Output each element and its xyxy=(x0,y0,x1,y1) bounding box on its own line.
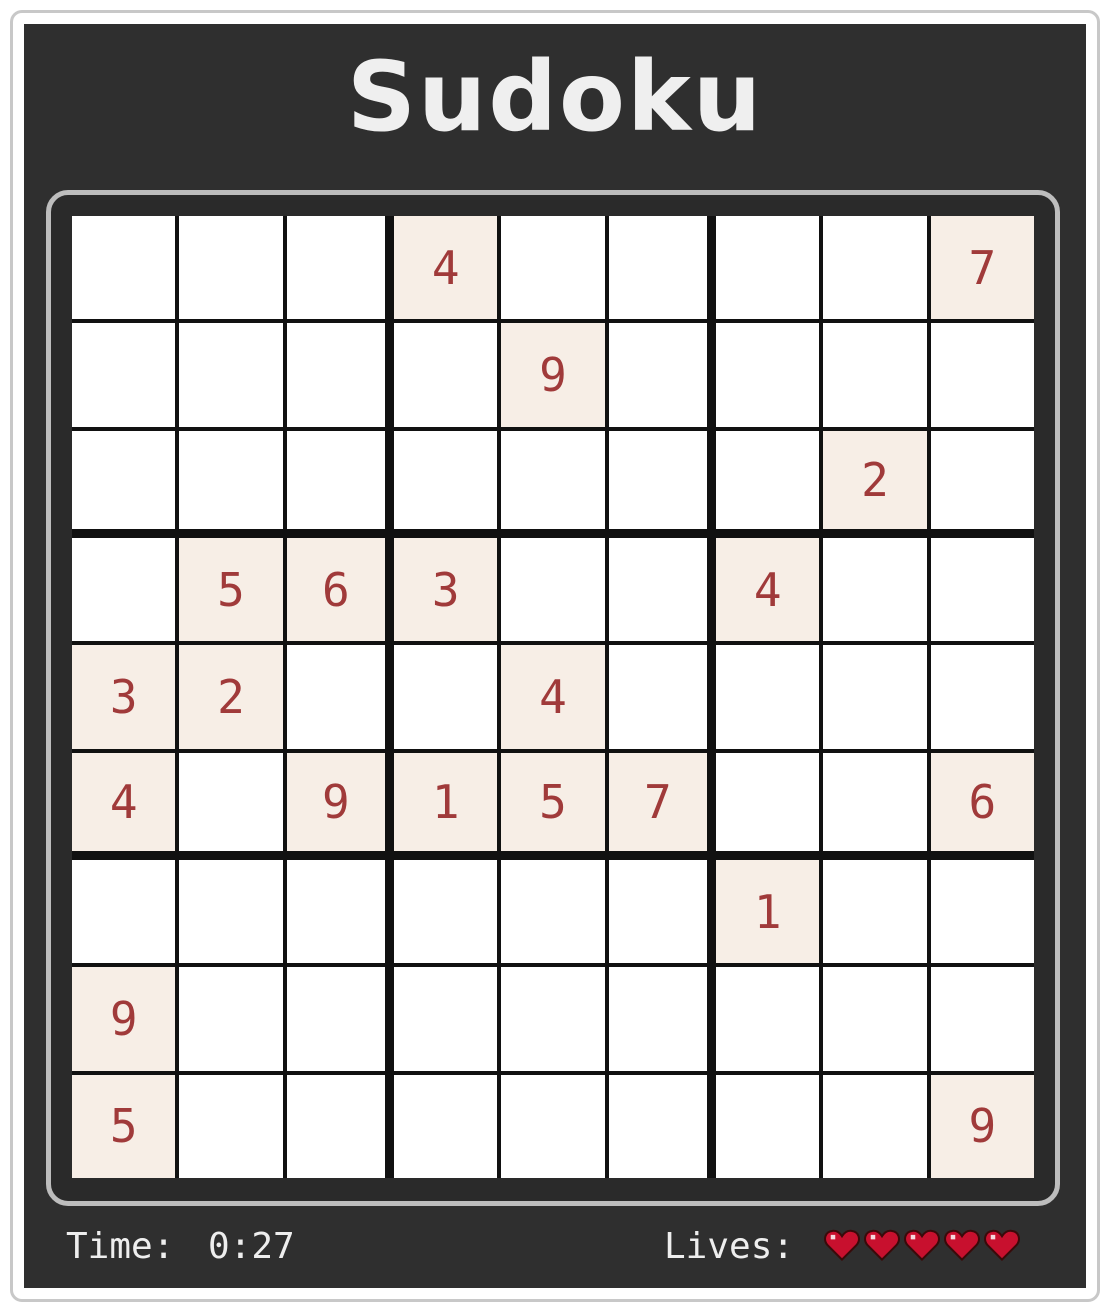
sudoku-cell-r8c3[interactable] xyxy=(286,967,385,1071)
sudoku-cell-r4c8[interactable] xyxy=(823,538,927,642)
sudoku-cell-r2c9[interactable] xyxy=(930,323,1034,427)
sudoku-cell-r3c4[interactable] xyxy=(394,430,498,529)
sudoku-cell-r3c5[interactable] xyxy=(501,430,605,529)
sudoku-cell-r9c3[interactable] xyxy=(286,1074,385,1178)
game-panel: Sudoku 479256343244915761959 Time: 0:27 … xyxy=(24,24,1086,1288)
sudoku-cell-r1c3[interactable] xyxy=(286,216,385,320)
sudoku-cell-r9c6[interactable] xyxy=(608,1074,707,1178)
sudoku-cell-r5c5[interactable]: 4 xyxy=(501,645,605,749)
sudoku-cell-r3c1[interactable] xyxy=(72,430,176,529)
sudoku-cell-r6c5[interactable]: 5 xyxy=(501,752,605,851)
sudoku-cell-r2c8[interactable] xyxy=(823,323,927,427)
lives-hearts xyxy=(824,1228,1020,1262)
sudoku-cell-r1c6[interactable] xyxy=(608,216,707,320)
sudoku-cell-r1c1[interactable] xyxy=(72,216,176,320)
sudoku-cell-r4c9[interactable] xyxy=(930,538,1034,642)
sudoku-cell-r4c2[interactable]: 5 xyxy=(179,538,283,642)
sudoku-cell-r4c3[interactable]: 6 xyxy=(286,538,385,642)
sudoku-cell-r7c5[interactable] xyxy=(501,860,605,964)
sudoku-cell-r9c4[interactable] xyxy=(394,1074,498,1178)
sudoku-cell-r3c2[interactable] xyxy=(179,430,283,529)
sudoku-cell-r3c7[interactable] xyxy=(716,430,820,529)
sudoku-cell-r8c9[interactable] xyxy=(930,967,1034,1071)
sudoku-cell-r2c1[interactable] xyxy=(72,323,176,427)
sudoku-cell-r4c6[interactable] xyxy=(608,538,707,642)
sudoku-cell-r5c4[interactable] xyxy=(394,645,498,749)
heart-icon xyxy=(944,1229,980,1262)
sudoku-cell-r7c6[interactable] xyxy=(608,860,707,964)
sudoku-cell-r6c2[interactable] xyxy=(179,752,283,851)
sudoku-cell-r3c8[interactable]: 2 xyxy=(823,430,927,529)
sudoku-cell-r5c2[interactable]: 2 xyxy=(179,645,283,749)
sudoku-cell-r8c4[interactable] xyxy=(394,967,498,1071)
sudoku-cell-r5c6[interactable] xyxy=(608,645,707,749)
sudoku-cell-r9c1[interactable]: 5 xyxy=(72,1074,176,1178)
sudoku-cell-r8c7[interactable] xyxy=(716,967,820,1071)
time-label: Time: xyxy=(66,1226,175,1267)
sudoku-cell-r1c9[interactable]: 7 xyxy=(930,216,1034,320)
sudoku-cell-r1c5[interactable] xyxy=(501,216,605,320)
heart-icon xyxy=(904,1229,940,1262)
sudoku-cell-r2c4[interactable] xyxy=(394,323,498,427)
heart-icon xyxy=(824,1229,860,1262)
sudoku-cell-r9c2[interactable] xyxy=(179,1074,283,1178)
sudoku-cell-r7c4[interactable] xyxy=(394,860,498,964)
sudoku-cell-r5c7[interactable] xyxy=(716,645,820,749)
sudoku-cell-r6c8[interactable] xyxy=(823,752,927,851)
sudoku-cell-r2c6[interactable] xyxy=(608,323,707,427)
sudoku-cell-r1c8[interactable] xyxy=(823,216,927,320)
sudoku-cell-r8c6[interactable] xyxy=(608,967,707,1071)
heart-icon xyxy=(984,1229,1020,1262)
sudoku-cell-r1c2[interactable] xyxy=(179,216,283,320)
sudoku-cell-r3c9[interactable] xyxy=(930,430,1034,529)
sudoku-cell-r2c5[interactable]: 9 xyxy=(501,323,605,427)
sudoku-cell-r1c7[interactable] xyxy=(716,216,820,320)
sudoku-cell-r7c8[interactable] xyxy=(823,860,927,964)
sudoku-cell-r4c1[interactable] xyxy=(72,538,176,642)
sudoku-cell-r9c9[interactable]: 9 xyxy=(930,1074,1034,1178)
sudoku-cell-r5c3[interactable] xyxy=(286,645,385,749)
sudoku-cell-r9c8[interactable] xyxy=(823,1074,927,1178)
lives-label: Lives: xyxy=(664,1226,795,1267)
timer-value: 0:27 xyxy=(208,1226,295,1267)
sudoku-cell-r7c3[interactable] xyxy=(286,860,385,964)
sudoku-cell-r7c1[interactable] xyxy=(72,860,176,964)
sudoku-cell-r3c3[interactable] xyxy=(286,430,385,529)
sudoku-cell-r4c4[interactable]: 3 xyxy=(394,538,498,642)
sudoku-cell-r1c4[interactable]: 4 xyxy=(394,216,498,320)
sudoku-cell-r6c1[interactable]: 4 xyxy=(72,752,176,851)
sudoku-cell-r4c5[interactable] xyxy=(501,538,605,642)
sudoku-cell-r4c7[interactable]: 4 xyxy=(716,538,820,642)
sudoku-cell-r6c4[interactable]: 1 xyxy=(394,752,498,851)
sudoku-cell-r5c1[interactable]: 3 xyxy=(72,645,176,749)
sudoku-cell-r8c2[interactable] xyxy=(179,967,283,1071)
sudoku-cell-r9c7[interactable] xyxy=(716,1074,820,1178)
sudoku-cell-r7c2[interactable] xyxy=(179,860,283,964)
status-bar: Time: 0:27 Lives: xyxy=(24,1222,1086,1270)
sudoku-cell-r6c9[interactable]: 6 xyxy=(930,752,1034,851)
sudoku-cell-r6c3[interactable]: 9 xyxy=(286,752,385,851)
sudoku-cell-r2c3[interactable] xyxy=(286,323,385,427)
sudoku-cell-r8c8[interactable] xyxy=(823,967,927,1071)
sudoku-cell-r9c5[interactable] xyxy=(501,1074,605,1178)
sudoku-cell-r5c8[interactable] xyxy=(823,645,927,749)
sudoku-cell-r6c7[interactable] xyxy=(716,752,820,851)
sudoku-cell-r2c7[interactable] xyxy=(716,323,820,427)
sudoku-cell-r7c9[interactable] xyxy=(930,860,1034,964)
sudoku-cell-r2c2[interactable] xyxy=(179,323,283,427)
heart-icon xyxy=(864,1229,900,1262)
sudoku-grid: 479256343244915761959 xyxy=(72,216,1034,1178)
sudoku-cell-r5c9[interactable] xyxy=(930,645,1034,749)
sudoku-cell-r7c7[interactable]: 1 xyxy=(716,860,820,964)
page-title: Sudoku xyxy=(346,41,764,153)
sudoku-cell-r6c6[interactable]: 7 xyxy=(608,752,707,851)
sudoku-cell-r8c1[interactable]: 9 xyxy=(72,967,176,1071)
sudoku-cell-r8c5[interactable] xyxy=(501,967,605,1071)
sudoku-cell-r3c6[interactable] xyxy=(608,430,707,529)
